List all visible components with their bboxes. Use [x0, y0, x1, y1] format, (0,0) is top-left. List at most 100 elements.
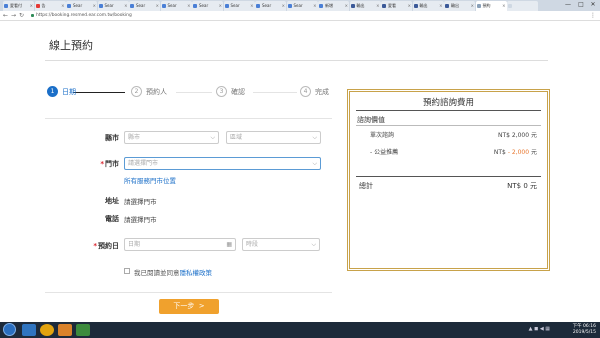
explorer-icon[interactable] [22, 324, 36, 336]
step-connector-1 [73, 92, 125, 93]
tab-close-icon[interactable]: × [439, 1, 442, 11]
time-placeholder: 時段 [246, 241, 259, 248]
chevron-down-icon: ⌵ [312, 134, 317, 141]
phone-label: 電話 [105, 215, 119, 223]
tab-favicon-icon [319, 4, 323, 8]
tab-close-icon[interactable]: × [93, 1, 96, 11]
tab-bar: 愛看付 × 告 × Sear × Sear × Sear × Sear × Sear × Sear × Sear… [0, 0, 600, 11]
store-select[interactable]: 請選擇門市 ⌵ [124, 157, 321, 170]
tab-favicon-icon [193, 4, 197, 8]
chrome-icon[interactable] [40, 324, 54, 336]
browser-tab[interactable]: Sear × [66, 1, 97, 11]
tab-favicon-icon [256, 4, 260, 8]
form-bottom-divider [45, 292, 332, 293]
consent-checkbox[interactable] [124, 268, 130, 274]
tab-close-icon[interactable]: × [313, 1, 316, 11]
chevron-right-icon: > [198, 302, 205, 310]
close-window-button[interactable]: ✕ [587, 0, 599, 10]
browser-tab[interactable] [507, 1, 538, 11]
tab-close-icon[interactable]: × [282, 1, 285, 11]
date-placeholder: 日期 [128, 241, 141, 248]
browser-tab[interactable]: 愛看付 × [3, 1, 34, 11]
consent-prefix: 我已閱讀並同意 [134, 269, 180, 277]
taskbar: ▲ ◼ ◀ ▦ 下午 06:16 2019/5/15 [0, 322, 600, 338]
tab-close-icon[interactable]: × [471, 1, 474, 11]
fee-row-value: NT$ - 2,000 元 [494, 147, 537, 156]
chevron-down-icon: ⌵ [312, 160, 317, 167]
required-mark: * [93, 242, 97, 250]
fee-subtitle: 諮詢價值 [357, 116, 385, 124]
city-placeholder: 縣市 [128, 134, 141, 141]
browser-tab[interactable]: 新增 × [318, 1, 349, 11]
fee-currency: NT$ [497, 132, 510, 139]
tab-title: Sear [104, 3, 114, 8]
browser-tab[interactable]: 預約 × [475, 1, 507, 11]
tab-close-icon[interactable]: × [502, 1, 505, 11]
all-stores-link[interactable]: 所有服務門市位置 [124, 175, 176, 185]
url-field[interactable]: https://booking.resmed.ear.com.tw/bookin… [36, 12, 132, 20]
step-label: 預約人 [146, 88, 167, 96]
tab-close-icon[interactable]: × [408, 1, 411, 11]
back-icon[interactable]: ← [3, 12, 8, 20]
system-tray[interactable]: ▲ ◼ ◀ ▦ [529, 326, 550, 332]
tab-close-icon[interactable]: × [30, 1, 33, 11]
browser-tab[interactable]: Sear × [255, 1, 286, 11]
consent-text: 我已閱讀並同意隱私權政策 [134, 267, 212, 277]
browser-tab[interactable]: Sear × [129, 1, 160, 11]
windows-start-icon[interactable] [3, 323, 16, 336]
tab-favicon-icon [161, 4, 166, 8]
time-select[interactable]: 時段 ⌵ [242, 238, 320, 251]
fee-amount: - 2,000 [507, 149, 530, 156]
folder-icon[interactable] [58, 324, 72, 336]
tab-close-icon[interactable]: × [250, 1, 253, 11]
browser-tab[interactable]: 告 × [34, 1, 66, 11]
browser-tab[interactable]: 輸出 × [412, 1, 444, 11]
tab-close-icon[interactable]: × [61, 1, 64, 11]
fee-amount: 2,000 [511, 132, 530, 139]
reload-icon[interactable]: ↻ [19, 12, 24, 20]
tab-close-icon[interactable]: × [124, 1, 127, 11]
browser-tab[interactable]: 輸出 × [349, 1, 381, 11]
browser-tab[interactable]: Sear × [192, 1, 223, 11]
browser-menu-icon[interactable]: ⋮ [590, 11, 596, 21]
tab-close-icon[interactable]: × [345, 1, 348, 11]
minimize-button[interactable]: — [562, 0, 574, 10]
step-label: 確認 [231, 88, 245, 96]
tab-close-icon[interactable]: × [376, 1, 379, 11]
browser-tab[interactable]: 輸出 × [444, 1, 475, 11]
tab-favicon-icon [476, 4, 481, 8]
tab-close-icon[interactable]: × [219, 1, 222, 11]
tab-close-icon[interactable]: × [156, 1, 159, 11]
app-icon[interactable] [76, 324, 90, 336]
page-title: 線上預約 [49, 39, 93, 52]
step-number: 2 [131, 86, 142, 97]
tab-title: Sear [167, 3, 177, 8]
browser-tab[interactable]: Sear × [223, 1, 255, 11]
required-mark: * [100, 160, 104, 168]
tab-title: Sear [262, 3, 272, 8]
fee-panel: 預約諮詢費用 諮詢價值 單次諮詢 NT$ 2,000 元 - 公益推薦 NT$ … [347, 89, 550, 271]
tab-favicon-icon [98, 4, 103, 8]
tab-title: Sear [230, 3, 240, 8]
clock[interactable]: 下午 06:16 2019/5/15 [573, 324, 596, 336]
phone-value: 請選擇門市 [124, 216, 157, 224]
step-label: 日期 [62, 88, 76, 96]
tab-close-icon[interactable]: × [187, 1, 190, 11]
forward-icon[interactable]: → [11, 12, 16, 20]
browser-tab[interactable]: Sear × [160, 1, 192, 11]
tab-favicon-icon [35, 4, 40, 8]
fee-unit: 元 [530, 149, 537, 156]
district-select[interactable]: 區域 ⌵ [226, 131, 321, 144]
browser-tab[interactable]: Sear × [97, 1, 129, 11]
tab-title: Sear [293, 3, 303, 8]
next-button-label: 下一步 [173, 302, 195, 310]
tab-favicon-icon [287, 4, 292, 8]
browser-tab[interactable]: Sear × [286, 1, 318, 11]
next-button[interactable]: 下一步 > [159, 299, 219, 314]
date-input[interactable]: 日期 ▦ [124, 238, 236, 251]
city-select[interactable]: 縣市 ⌵ [124, 131, 219, 144]
privacy-policy-link[interactable]: 隱私權政策 [180, 269, 213, 277]
browser-tab[interactable]: 愛看 × [381, 1, 412, 11]
fee-currency: NT$ [493, 149, 506, 156]
maximize-button[interactable]: □ [575, 0, 587, 10]
